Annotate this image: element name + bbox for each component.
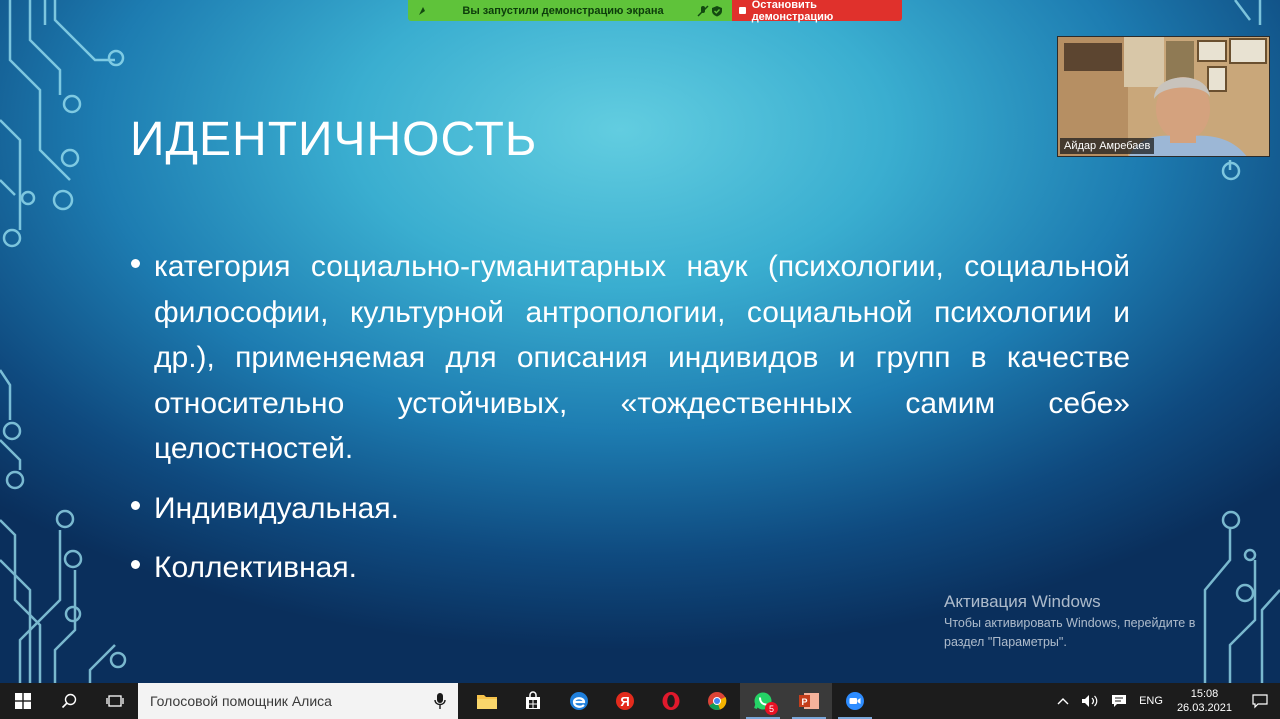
clock-time: 15:08 bbox=[1190, 688, 1219, 700]
taskbar-app-file-explorer[interactable] bbox=[464, 683, 510, 719]
watermark-line: Чтобы активировать Windows, перейдите в bbox=[944, 616, 1196, 630]
windows-logo-icon bbox=[15, 693, 31, 709]
messages-button[interactable] bbox=[1105, 683, 1133, 719]
bullet-dot bbox=[131, 500, 140, 510]
svg-text:P: P bbox=[801, 697, 807, 707]
edge-icon bbox=[570, 692, 588, 710]
stop-share-button[interactable]: Остановить демонстрацию bbox=[732, 0, 902, 23]
drag-handle-icon[interactable] bbox=[416, 4, 430, 18]
share-status[interactable]: Вы запустили демонстрацию экрана bbox=[408, 0, 732, 21]
language-indicator[interactable]: ENG bbox=[1133, 683, 1169, 719]
microphone-icon[interactable] bbox=[434, 692, 446, 710]
chrome-icon bbox=[708, 692, 727, 711]
pinned-apps: Я 5 P bbox=[464, 683, 878, 719]
opera-icon bbox=[662, 692, 680, 710]
svg-text:Я: Я bbox=[620, 694, 629, 709]
chevron-up-icon bbox=[1057, 698, 1069, 705]
clock-date: 26.03.2021 bbox=[1176, 702, 1232, 714]
bullet-dot bbox=[131, 560, 140, 569]
notification-badge: 5 bbox=[765, 702, 778, 715]
list-item: Индивидуальная. bbox=[130, 486, 1130, 532]
task-view-button[interactable] bbox=[92, 683, 138, 719]
speaker-icon bbox=[1082, 695, 1098, 707]
assistant-search-input[interactable]: Голосовой помощник Алиса bbox=[138, 683, 458, 719]
store-icon bbox=[526, 691, 540, 709]
taskbar-app-powerpoint[interactable]: P bbox=[786, 683, 832, 719]
powerpoint-icon: P bbox=[799, 693, 819, 709]
taskbar-app-edge[interactable] bbox=[556, 683, 602, 719]
taskbar-app-store[interactable] bbox=[510, 683, 556, 719]
mic-muted-icon[interactable] bbox=[696, 4, 710, 18]
stop-icon bbox=[739, 7, 746, 14]
taskbar: Голосовой помощник Алиса Я 5 P ENG 15:08… bbox=[0, 683, 1280, 719]
taskbar-app-whatsapp[interactable]: 5 bbox=[740, 683, 786, 719]
share-status-text: Вы запустили демонстрацию экрана bbox=[462, 4, 664, 17]
clock[interactable]: 15:08 26.03.2021 bbox=[1169, 687, 1240, 715]
watermark-title: Активация Windows bbox=[944, 592, 1101, 611]
taskbar-app-opera[interactable] bbox=[648, 683, 694, 719]
watermark-line: раздел "Параметры". bbox=[944, 635, 1067, 649]
shield-icon[interactable] bbox=[710, 4, 724, 18]
slide-title: ИДЕНТИЧНОСТЬ bbox=[130, 113, 538, 166]
action-center-button[interactable] bbox=[1240, 683, 1280, 719]
bullet-dot bbox=[131, 259, 140, 268]
yandex-browser-icon: Я bbox=[616, 692, 634, 710]
volume-button[interactable] bbox=[1075, 683, 1105, 719]
message-icon bbox=[1112, 695, 1127, 707]
windows-activation-watermark: Активация Windows Чтобы активировать Win… bbox=[944, 592, 1195, 652]
participant-name: Айдар Амребаев bbox=[1060, 138, 1155, 154]
show-hidden-icons-button[interactable] bbox=[1051, 683, 1075, 719]
taskbar-app-yandex[interactable]: Я bbox=[602, 683, 648, 719]
task-view-icon bbox=[106, 695, 124, 707]
bullet-list: категория социально-гуманитарных наук (п… bbox=[130, 244, 1130, 605]
start-button[interactable] bbox=[0, 683, 46, 719]
zoom-icon bbox=[846, 692, 864, 710]
list-item: Коллективная. bbox=[130, 545, 1130, 591]
bullet-text: Коллективная. bbox=[154, 551, 357, 584]
list-item: категория социально-гуманитарных наук (п… bbox=[130, 244, 1130, 472]
participant-video[interactable]: Айдар Амребаев bbox=[1057, 36, 1270, 157]
search-icon bbox=[61, 693, 77, 709]
screen-share-bar: Вы запустили демонстрацию экрана Останов… bbox=[408, 0, 902, 23]
bullet-text: категория социально-гуманитарных наук (п… bbox=[154, 250, 1130, 465]
stop-share-label: Остановить демонстрацию bbox=[751, 0, 834, 23]
system-tray: ENG 15:08 26.03.2021 bbox=[1051, 683, 1280, 719]
folder-icon bbox=[477, 695, 497, 709]
bullet-text: Индивидуальная. bbox=[154, 491, 399, 525]
search-placeholder: Голосовой помощник Алиса bbox=[150, 693, 332, 709]
notification-icon bbox=[1252, 694, 1268, 709]
search-button[interactable] bbox=[46, 683, 92, 719]
taskbar-app-chrome[interactable] bbox=[694, 683, 740, 719]
taskbar-app-zoom[interactable] bbox=[832, 683, 878, 719]
